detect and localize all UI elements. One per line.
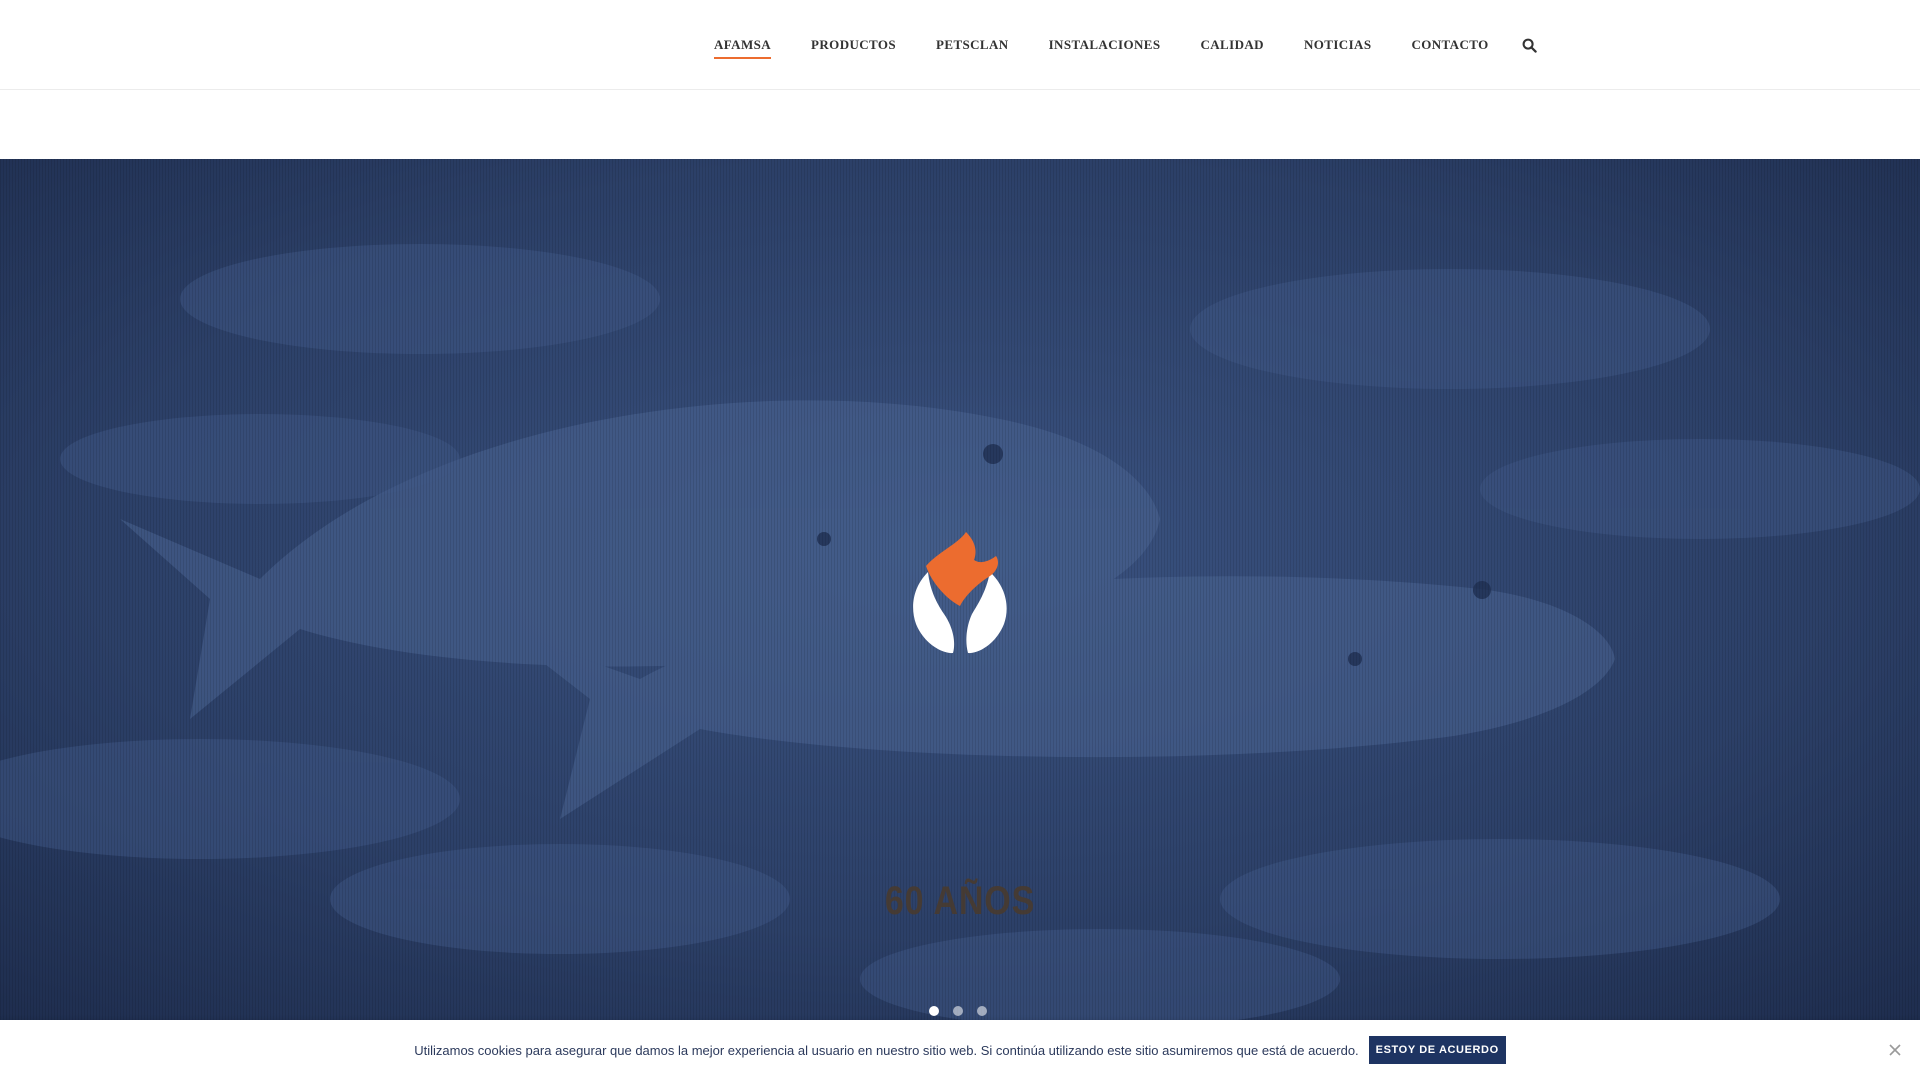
nav-item-petsclan[interactable]: PETSCLAN xyxy=(936,35,1009,55)
nav-item-calidad[interactable]: CALIDAD xyxy=(1200,35,1263,55)
hero-heading: 60 AÑOS xyxy=(884,879,1036,923)
close-icon[interactable] xyxy=(1887,1042,1903,1058)
site-header: AFAMSA PRODUCTOS PETSCLAN INSTALACIONES … xyxy=(0,0,1920,90)
cookie-notice-text: Utilizamos cookies para asegurar que dam… xyxy=(414,1042,1359,1058)
slider-pagination xyxy=(929,1006,987,1016)
slider-dot-2[interactable] xyxy=(953,1006,963,1016)
main-nav: AFAMSA PRODUCTOS PETSCLAN INSTALACIONES … xyxy=(714,0,1539,90)
nav-item-afamsa[interactable]: AFAMSA xyxy=(714,35,772,59)
cookie-accept-button[interactable]: ESTOY DE ACUERDO xyxy=(1368,1036,1506,1064)
page: AFAMSA PRODUCTOS PETSCLAN INSTALACIONES … xyxy=(0,0,1920,1080)
afamsa-logo xyxy=(913,532,1007,654)
slider-dot-1[interactable] xyxy=(929,1006,939,1016)
hero-slider: 60 AÑOS xyxy=(0,159,1920,1020)
nav-item-contacto[interactable]: CONTACTO xyxy=(1411,35,1488,55)
nav-item-noticias[interactable]: NOTICIAS xyxy=(1304,35,1372,55)
nav-item-productos[interactable]: PRODUCTOS xyxy=(811,35,896,55)
slider-dot-3[interactable] xyxy=(977,1006,987,1016)
cookie-notice: Utilizamos cookies para asegurar que dam… xyxy=(0,1020,1920,1080)
nav-item-instalaciones[interactable]: INSTALACIONES xyxy=(1049,35,1161,55)
search-icon[interactable] xyxy=(1521,36,1539,54)
